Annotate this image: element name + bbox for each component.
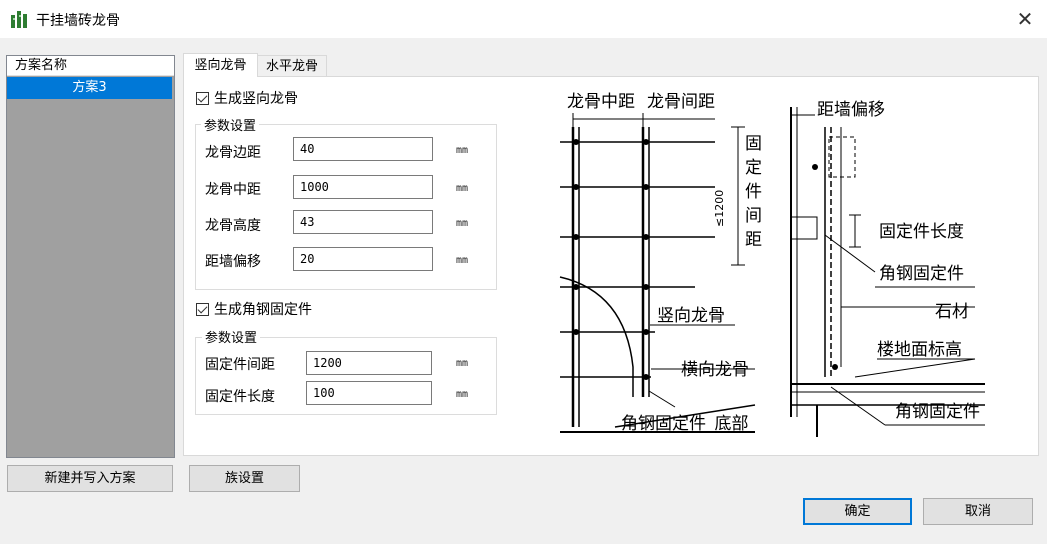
family-settings-button[interactable]: 族设置 bbox=[189, 465, 300, 492]
generate-angle-fixture-checkbox[interactable] bbox=[196, 303, 209, 316]
fixture-length-label: 固定件长度 bbox=[205, 389, 275, 405]
keel-edge-label: 龙骨边距 bbox=[205, 145, 261, 161]
diagram-label-angle-fixture-2: 角钢固定件 bbox=[895, 402, 980, 422]
scheme-list-item[interactable]: 方案3 bbox=[7, 77, 172, 99]
diagram-label-fixture-length: 固定件长度 bbox=[879, 222, 964, 242]
keel-height-unit: mm bbox=[456, 218, 469, 229]
diagram-label-center-spacing: 龙骨中距 bbox=[567, 92, 635, 112]
keel-center-input[interactable]: 1000 bbox=[293, 175, 433, 199]
keel-edge-input[interactable]: 40 bbox=[293, 137, 433, 161]
svg-text:固: 固 bbox=[745, 134, 762, 154]
fixture-length-unit: mm bbox=[456, 389, 469, 400]
keel-height-input[interactable]: 43 bbox=[293, 210, 433, 234]
wall-offset-input[interactable]: 20 bbox=[293, 247, 433, 271]
fixture-spacing-unit: mm bbox=[456, 358, 469, 369]
tab-horizontal-keel[interactable]: 水平龙骨 bbox=[257, 55, 327, 77]
svg-text:定: 定 bbox=[745, 158, 762, 178]
generate-vertical-keel-label: 生成竖向龙骨 bbox=[214, 91, 298, 107]
svg-text:件: 件 bbox=[745, 182, 762, 202]
diagram-label-le1200: ≤1200 bbox=[713, 190, 726, 227]
vertical-keel-params-title: 参数设置 bbox=[201, 115, 260, 134]
close-icon[interactable]: ✕ bbox=[1010, 4, 1040, 34]
diagram-label-floor-level: 楼地面标高 bbox=[877, 340, 962, 360]
window-title: 干挂墙砖龙骨 bbox=[36, 13, 120, 29]
scheme-list-header: 方案名称 bbox=[7, 56, 174, 76]
diagram-label-angle-fixture: 角钢固定件 bbox=[879, 264, 964, 284]
diagram-label-stone: 石材 bbox=[935, 302, 969, 322]
diagram-label-bottom-fixture: 角钢固定件_底部 bbox=[621, 414, 749, 434]
fixture-spacing-input[interactable]: 1200 bbox=[306, 351, 432, 375]
keel-center-unit: mm bbox=[456, 183, 469, 194]
diagram-label-wall-offset: 距墙偏移 bbox=[817, 100, 885, 120]
generate-angle-fixture-label: 生成角钢固定件 bbox=[214, 302, 312, 318]
app-icon bbox=[10, 9, 28, 29]
diagram-label-fixture-spacing-v: 固 定 件 间 距 bbox=[745, 134, 762, 250]
wall-offset-unit: mm bbox=[456, 255, 469, 266]
new-write-scheme-button[interactable]: 新建并写入方案 bbox=[7, 465, 173, 492]
scheme-list[interactable]: 方案名称 方案3 bbox=[6, 55, 175, 458]
svg-text:距: 距 bbox=[745, 230, 762, 250]
cancel-button[interactable]: 取消 bbox=[923, 498, 1033, 525]
diagram-label-spacing: 龙骨间距 bbox=[647, 92, 715, 112]
keel-center-label: 龙骨中距 bbox=[205, 182, 261, 198]
angle-fixture-params-title: 参数设置 bbox=[202, 327, 261, 346]
ok-button[interactable]: 确定 bbox=[803, 498, 912, 525]
fixture-spacing-label: 固定件间距 bbox=[205, 357, 275, 373]
tab-vertical-keel[interactable]: 竖向龙骨 bbox=[183, 53, 258, 77]
diagram-label-vertical-keel: 竖向龙骨 bbox=[657, 306, 725, 326]
wall-offset-label: 距墙偏移 bbox=[205, 254, 261, 270]
keel-edge-unit: mm bbox=[456, 145, 469, 156]
keel-diagram: 龙骨中距 龙骨间距 竖向龙骨 横向龙骨 角钢固定件_底部 距墙偏移 固定件长度 … bbox=[559, 92, 985, 437]
diagram-label-horizontal-keel: 横向龙骨 bbox=[681, 360, 749, 380]
keel-height-label: 龙骨高度 bbox=[205, 218, 261, 234]
svg-text:间: 间 bbox=[745, 206, 762, 226]
generate-vertical-keel-checkbox[interactable] bbox=[196, 92, 209, 105]
title-bar bbox=[0, 0, 1047, 38]
fixture-length-input[interactable]: 100 bbox=[306, 381, 432, 405]
